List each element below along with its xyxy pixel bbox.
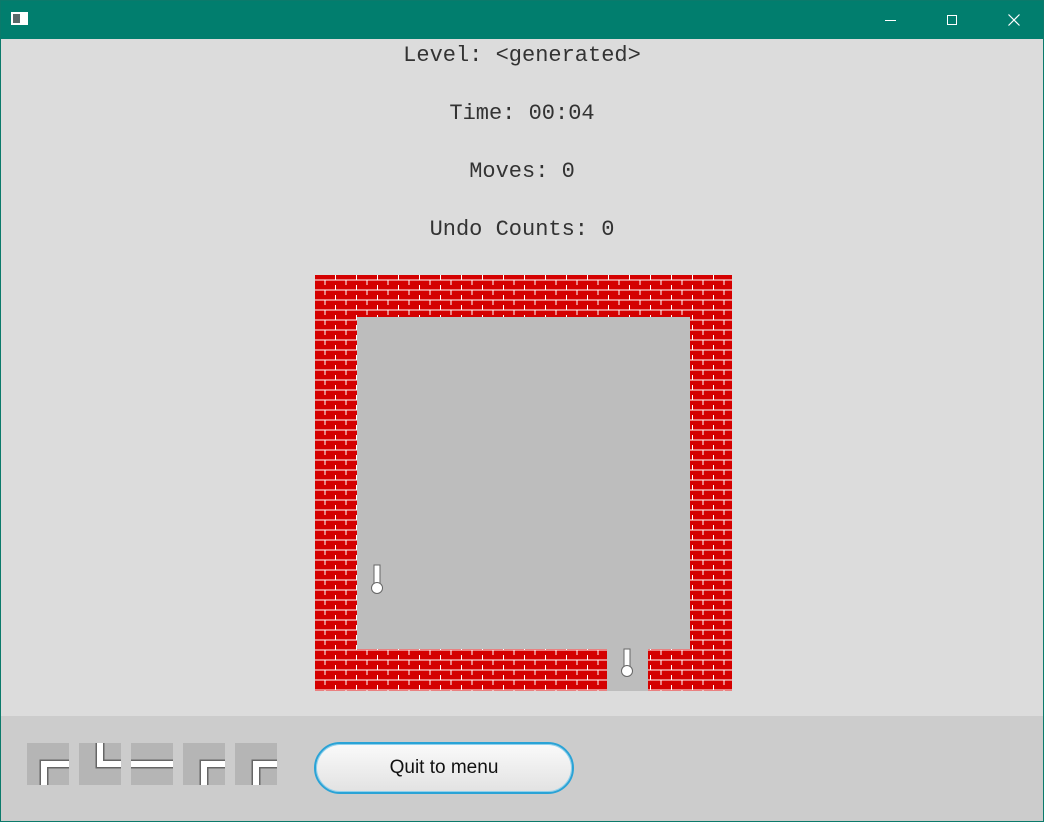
level-value: <generated> [495,43,641,68]
pipe-bend-up-right-icon [95,743,121,769]
time-label: Time: [449,101,516,126]
tile-queue-item-5[interactable] [235,743,277,785]
undo-value: 0 [601,217,615,242]
maximize-button[interactable] [927,1,977,39]
moves-label: Moves: [469,159,549,184]
bottom-toolbar: Quit to menu [1,716,1043,821]
moves-line: Moves: 0 [1,157,1043,187]
tile-queue-item-1[interactable] [27,743,69,785]
close-icon [1008,14,1020,26]
moves-value: 0 [561,159,575,184]
pipe-bend-down-right-icon [199,759,225,785]
level-line: Level: <generated> [1,41,1043,71]
pipe-bend-down-right-icon [251,759,277,785]
maximize-icon [947,15,957,25]
pipe-horizontal-icon [131,759,173,769]
close-button[interactable] [989,1,1039,39]
tile-queue-item-3[interactable] [131,743,173,785]
tile-queue-item-2[interactable] [79,743,121,785]
board-canvas[interactable] [315,275,732,691]
title-bar[interactable] [1,1,1043,39]
pipe-bend-down-right-icon [39,759,69,785]
board-floor[interactable] [357,317,690,649]
level-label: Level: [403,43,483,68]
minimize-icon [884,19,896,21]
undo-line: Undo Counts: 0 [1,215,1043,245]
minimize-button[interactable] [865,1,915,39]
tile-queue-item-4[interactable] [183,743,225,785]
app-window-icon [11,12,28,25]
undo-label: Undo Counts: [429,217,589,242]
game-board[interactable] [315,275,732,691]
game-window: Level: <generated> Time: 00:04 Moves: 0 … [0,0,1044,822]
time-line: Time: 00:04 [1,99,1043,129]
quit-to-menu-button[interactable]: Quit to menu [314,742,574,794]
time-value: 00:04 [528,101,595,126]
